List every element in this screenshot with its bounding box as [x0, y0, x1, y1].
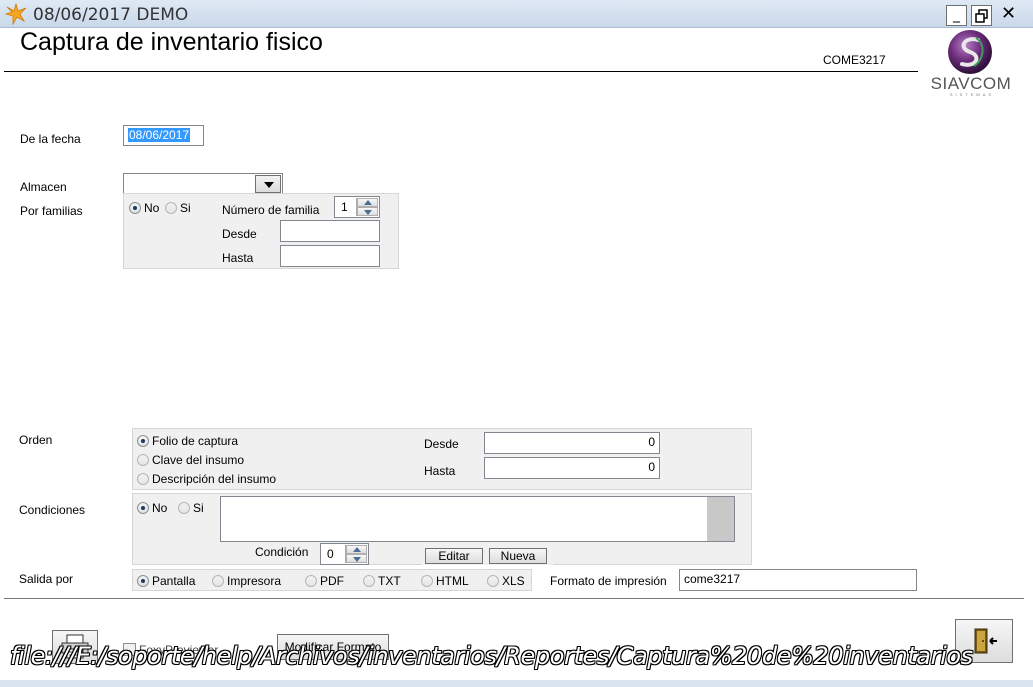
footer-divider — [4, 598, 1024, 599]
orden-radio-clave[interactable]: Clave del insumo — [137, 453, 244, 467]
condicion-buttons-panel: Editar Nueva — [421, 545, 553, 565]
familia-desde-input[interactable] — [280, 220, 380, 242]
header-divider — [4, 71, 918, 72]
salida-radio-html[interactable]: HTML — [421, 574, 469, 588]
condiciones-label: Condiciones — [19, 503, 86, 517]
orden-radio-folio[interactable]: Folio de captura — [137, 434, 238, 448]
familia-hasta-input[interactable] — [280, 245, 380, 267]
fecha-label: De la fecha — [20, 132, 81, 146]
orden-panel: Folio de captura Clave del insumo Descri… — [132, 428, 752, 490]
textarea-scrollbar[interactable] — [707, 497, 734, 541]
familia-desde-label: Desde — [222, 227, 257, 241]
salida-radio-txt[interactable]: TXT — [363, 574, 401, 588]
window-bottom-border — [0, 680, 1033, 687]
editar-button[interactable]: Editar — [425, 548, 483, 564]
radio-checked-icon — [137, 502, 149, 514]
condicion-value: 0 — [327, 547, 334, 561]
spin-up-icon[interactable] — [346, 545, 367, 554]
page-title: Captura de inventario fisico — [20, 28, 323, 56]
spin-down-icon[interactable] — [357, 207, 378, 216]
familias-panel: No Si Número de familia 1 Desde Hasta — [123, 193, 399, 269]
radio-unchecked-icon — [305, 575, 317, 587]
radio-checked-icon — [137, 435, 149, 447]
exit-door-icon — [974, 628, 997, 654]
restore-icon — [974, 9, 988, 23]
radio-unchecked-icon — [178, 502, 190, 514]
salida-radio-pantalla[interactable]: Pantalla — [137, 574, 195, 588]
status-url: file:///E:/soporte/help/Archivos/inventa… — [10, 642, 973, 670]
minimize-button[interactable]: _ — [946, 5, 967, 26]
condicion-label: Condición — [255, 545, 309, 559]
familias-label: Por familias — [20, 204, 83, 218]
salida-radio-pdf[interactable]: PDF — [305, 574, 344, 588]
condiciones-radio-no[interactable]: No — [137, 501, 167, 515]
familias-radio-no[interactable]: No — [129, 201, 159, 215]
numero-familia-value: 1 — [341, 200, 348, 214]
familia-hasta-label: Hasta — [222, 251, 254, 265]
radio-unchecked-icon — [487, 575, 499, 587]
radio-unchecked-icon — [137, 473, 149, 485]
orden-hasta-label: Hasta — [424, 464, 456, 478]
almacen-label: Almacen — [20, 180, 67, 194]
salida-radio-xls[interactable]: XLS — [487, 574, 525, 588]
radio-unchecked-icon — [363, 575, 375, 587]
formato-input[interactable]: come3217 — [679, 569, 917, 591]
formato-label: Formato de impresión — [550, 574, 667, 588]
window-title: 08/06/2017 DEMO — [33, 5, 189, 25]
chevron-down-icon[interactable] — [255, 175, 281, 193]
spin-down-icon[interactable] — [346, 554, 367, 563]
report-code: COME3217 — [823, 53, 886, 67]
star-swirl-icon — [4, 3, 27, 25]
orden-label: Orden — [19, 433, 53, 447]
orden-desde-label: Desde — [424, 437, 459, 451]
condiciones-textarea[interactable] — [220, 496, 735, 542]
orden-desde-input[interactable]: 0 — [484, 432, 660, 454]
condicion-spinner[interactable]: 0 — [320, 543, 369, 565]
close-button[interactable]: ✕ — [998, 5, 1019, 26]
salida-label: Salida por — [19, 572, 74, 586]
restore-button[interactable] — [971, 5, 992, 26]
logo-text: SIAVCOM — [930, 74, 1012, 93]
orden-hasta-input[interactable]: 0 — [484, 457, 660, 479]
familias-radio-si[interactable]: Si — [165, 201, 191, 215]
fecha-value: 08/06/2017 — [128, 128, 191, 142]
numero-familia-label: Número de familia — [222, 203, 320, 217]
numero-familia-spinner[interactable]: 1 — [334, 196, 380, 218]
spin-up-icon[interactable] — [357, 198, 378, 207]
nueva-button[interactable]: Nueva — [489, 548, 547, 564]
almacen-select[interactable] — [123, 173, 283, 195]
radio-checked-icon — [137, 575, 149, 587]
logo-subtext: SISTEMAS — [949, 92, 995, 97]
radio-unchecked-icon — [137, 454, 149, 466]
fecha-input[interactable]: 08/06/2017 — [123, 125, 204, 146]
window-titlebar[interactable]: 08/06/2017 DEMO _ ✕ — [0, 0, 1033, 28]
orden-radio-descripcion[interactable]: Descripción del insumo — [137, 472, 276, 486]
radio-unchecked-icon — [212, 575, 224, 587]
salida-panel: Pantalla Impresora PDF TXT HTML XLS — [132, 569, 532, 591]
condiciones-panel: No Si Condición 0 Editar Nueva — [132, 493, 752, 565]
condiciones-radio-si[interactable]: Si — [178, 501, 204, 515]
salida-radio-impresora[interactable]: Impresora — [212, 574, 281, 588]
radio-unchecked-icon — [165, 202, 177, 214]
radio-unchecked-icon — [421, 575, 433, 587]
radio-checked-icon — [129, 202, 141, 214]
